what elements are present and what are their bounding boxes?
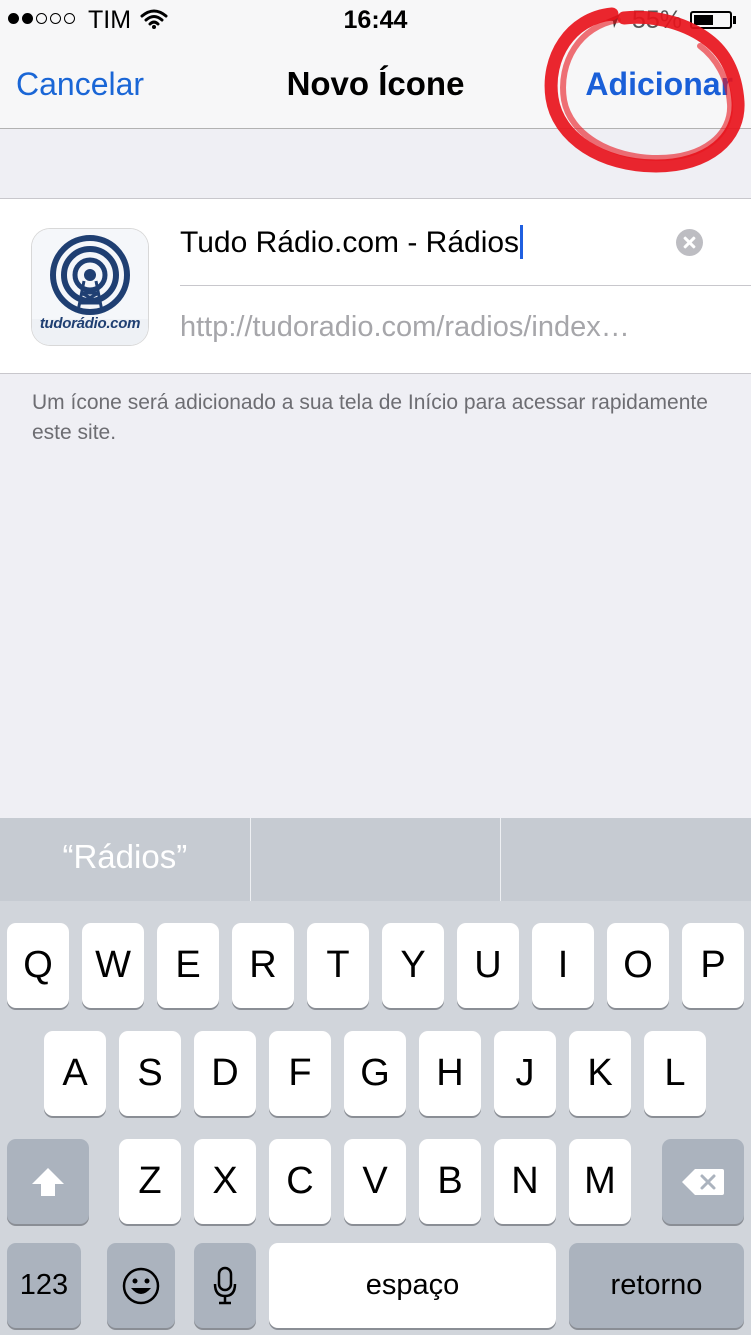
- title-input[interactable]: Tudo Rádio.com - Rádios: [180, 223, 620, 263]
- key-j[interactable]: J: [494, 1031, 556, 1116]
- url-field: http://tudoradio.com/radios/index…: [180, 311, 630, 343]
- shift-key[interactable]: [7, 1139, 89, 1224]
- key-u[interactable]: U: [457, 923, 519, 1008]
- key-h[interactable]: H: [419, 1031, 481, 1116]
- battery-level: [694, 15, 713, 25]
- clear-icon[interactable]: [676, 229, 703, 256]
- key-b[interactable]: B: [419, 1139, 481, 1224]
- key-y[interactable]: Y: [382, 923, 444, 1008]
- key-g[interactable]: G: [344, 1031, 406, 1116]
- backspace-icon: [682, 1168, 724, 1195]
- key-e[interactable]: E: [157, 923, 219, 1008]
- text-cursor: [520, 225, 524, 260]
- key-c[interactable]: C: [269, 1139, 331, 1224]
- key-n[interactable]: N: [494, 1139, 556, 1224]
- site-icon-label: tudorádio.com: [39, 315, 141, 332]
- numbers-key[interactable]: 123: [7, 1243, 81, 1328]
- location-arrow-icon: [604, 12, 622, 35]
- microphone-icon: [213, 1266, 237, 1304]
- add-button[interactable]: Adicionar: [585, 66, 733, 103]
- suggestion-item[interactable]: [249, 818, 501, 901]
- web-clip-form: tudorádio.com Tudo Rádio.com - Rádios ht…: [0, 198, 751, 374]
- key-f[interactable]: F: [269, 1031, 331, 1116]
- key-s[interactable]: S: [119, 1031, 181, 1116]
- key-p[interactable]: P: [682, 923, 744, 1008]
- title-input-value: Tudo Rádio.com - Rádios: [180, 226, 520, 259]
- key-r[interactable]: R: [232, 923, 294, 1008]
- suggestion-item[interactable]: [500, 818, 751, 901]
- suggestion-item[interactable]: “Rádios”: [0, 818, 250, 901]
- footnote-text: Um ícone será adicionado a sua tela de I…: [32, 391, 708, 444]
- emoji-key[interactable]: [107, 1243, 175, 1328]
- delete-key[interactable]: [662, 1139, 744, 1224]
- shift-arrow-icon: [32, 1167, 64, 1196]
- return-key[interactable]: retorno: [569, 1243, 744, 1328]
- key-i[interactable]: I: [532, 923, 594, 1008]
- battery-tip: [733, 16, 736, 24]
- keyboard: Q W E R T Y U I O P A S D F G H J K L Z …: [0, 901, 751, 1335]
- site-icon: tudorádio.com: [32, 229, 148, 345]
- suggestion-bar: “Rádios”: [0, 818, 751, 901]
- key-x[interactable]: X: [194, 1139, 256, 1224]
- space-key[interactable]: espaço: [269, 1243, 556, 1328]
- key-m[interactable]: M: [569, 1139, 631, 1224]
- key-o[interactable]: O: [607, 923, 669, 1008]
- key-d[interactable]: D: [194, 1031, 256, 1116]
- key-t[interactable]: T: [307, 923, 369, 1008]
- navigation-bar: Cancelar Novo Ícone Adicionar: [0, 40, 751, 129]
- key-z[interactable]: Z: [119, 1139, 181, 1224]
- battery-icon: [690, 11, 732, 29]
- battery-percentage: 55%: [632, 6, 683, 34]
- key-a[interactable]: A: [44, 1031, 106, 1116]
- key-w[interactable]: W: [82, 923, 144, 1008]
- status-bar: TIM 16:44 55%: [0, 0, 751, 40]
- emoji-icon: [122, 1267, 160, 1304]
- key-q[interactable]: Q: [7, 923, 69, 1008]
- key-v[interactable]: V: [344, 1139, 406, 1224]
- divider: [180, 285, 751, 286]
- key-k[interactable]: K: [569, 1031, 631, 1116]
- key-l[interactable]: L: [644, 1031, 706, 1116]
- dictation-key[interactable]: [194, 1243, 256, 1328]
